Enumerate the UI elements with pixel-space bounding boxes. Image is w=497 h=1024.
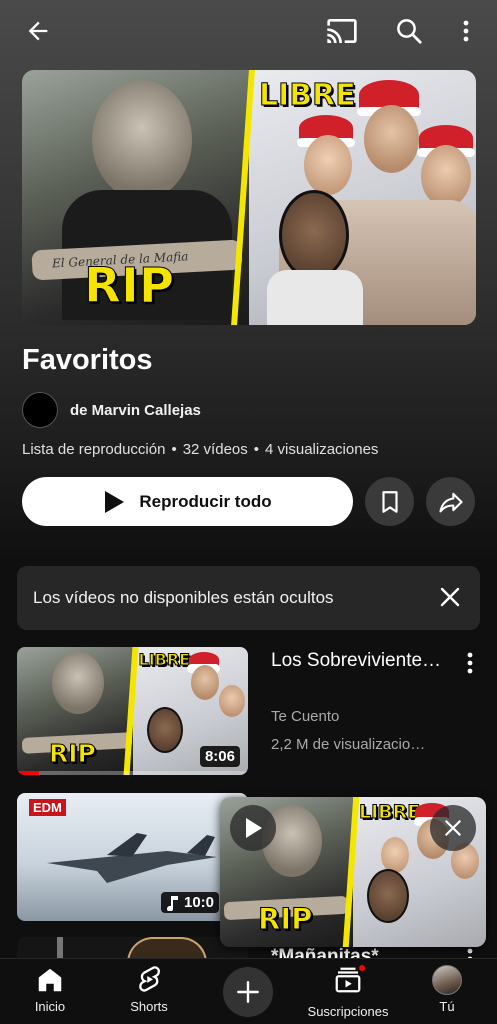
- meta-separator: •: [253, 441, 260, 458]
- portrait-face: [279, 190, 349, 280]
- nav-label: Suscripciones: [307, 1004, 389, 1019]
- top-app-bar: [0, 0, 497, 62]
- play-icon: [105, 490, 125, 513]
- home-icon: [38, 968, 62, 992]
- play-all-label: Reproducir todo: [139, 491, 272, 511]
- video-channel: Te Cuento: [271, 708, 340, 725]
- view-count: 4 visualizaciones: [265, 441, 379, 458]
- video-count: 32 vídeos: [182, 441, 248, 458]
- play-icon: [246, 818, 262, 838]
- meta-separator: •: [171, 441, 177, 458]
- playlist-meta: Lista de reproducción • 32 vídeos • 4 vi…: [22, 441, 378, 458]
- avatar: [432, 965, 462, 995]
- plus-icon: [237, 981, 259, 1003]
- playlist-title: Favoritos: [22, 344, 153, 376]
- jet-image: [47, 833, 217, 883]
- share-icon: [438, 492, 463, 512]
- bottom-navigation: Inicio Shorts Suscripciones Tú: [0, 958, 497, 1024]
- rip-caption: RIP: [84, 258, 175, 315]
- playlist-thumbnail[interactable]: El General de la Mafia RIP LIBRE: [22, 70, 476, 325]
- playlist-type: Lista de reproducción: [22, 441, 166, 458]
- notification-dot: [357, 963, 367, 973]
- watch-progress: [17, 771, 39, 775]
- more-vertical-icon[interactable]: [452, 14, 480, 48]
- notice-text: Los vídeos no disponibles están ocultos: [33, 588, 334, 607]
- share-button[interactable]: [426, 477, 475, 526]
- video-title[interactable]: Los Sobreviviente…: [271, 647, 446, 674]
- libre-caption: LIBRE: [259, 78, 357, 114]
- play-button[interactable]: [230, 805, 276, 851]
- arrow-left-icon[interactable]: [22, 15, 54, 47]
- save-playlist-button[interactable]: [365, 477, 414, 526]
- avatar[interactable]: [22, 392, 58, 428]
- nav-home[interactable]: Inicio: [5, 965, 95, 1014]
- nav-shorts[interactable]: Shorts: [104, 965, 194, 1014]
- music-note-icon: [167, 895, 178, 911]
- man-face: [92, 80, 192, 200]
- bookmark-icon: [381, 490, 398, 513]
- nav-you[interactable]: Tú: [402, 965, 492, 1014]
- video-duration: 10:0: [161, 892, 220, 913]
- owner-name[interactable]: de Marvin Callejas: [70, 402, 201, 419]
- video-views: 2,2 M de visualizacio…: [271, 736, 426, 753]
- close-icon: [445, 820, 461, 836]
- list-item[interactable]: RIP LIBRE 8:06 Los Sobreviviente… Te Cue…: [17, 647, 480, 777]
- close-miniplayer-button[interactable]: [430, 805, 476, 851]
- miniplayer[interactable]: RIP LIBRE: [220, 797, 486, 947]
- hidden-videos-notice: Los vídeos no disponibles están ocultos: [17, 566, 480, 630]
- nav-label: Inicio: [34, 999, 66, 1014]
- shorts-icon: [139, 966, 160, 992]
- more-vertical-icon[interactable]: [466, 651, 474, 680]
- create-button[interactable]: [223, 967, 273, 1017]
- rip-caption: RIP: [257, 902, 313, 937]
- play-all-button[interactable]: Reproducir todo: [22, 477, 353, 526]
- libre-caption: LIBRE: [358, 801, 421, 824]
- nav-label: Tú: [439, 999, 455, 1014]
- close-icon[interactable]: [438, 585, 462, 614]
- video-thumbnail[interactable]: RIP LIBRE 8:06: [17, 647, 248, 775]
- nav-label: Shorts: [130, 999, 168, 1014]
- video-duration: 8:06: [199, 746, 240, 767]
- channel-logo: EDM: [29, 799, 66, 816]
- video-thumbnail[interactable]: EDM 10:0: [17, 793, 248, 921]
- search-icon[interactable]: [392, 14, 426, 48]
- cast-icon[interactable]: [325, 14, 359, 48]
- playlist-owner[interactable]: de Marvin Callejas: [22, 392, 201, 428]
- nav-subscriptions[interactable]: Suscripciones: [303, 963, 393, 1019]
